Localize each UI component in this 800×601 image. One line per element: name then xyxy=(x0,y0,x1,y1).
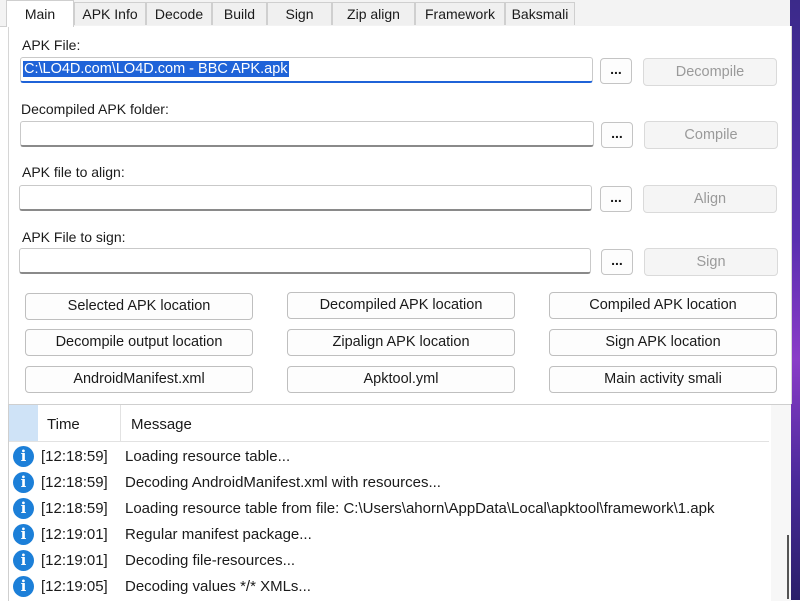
main-activity-smali-button[interactable]: Main activity smali xyxy=(549,366,777,393)
compiled-apk-location-button[interactable]: Compiled APK location xyxy=(549,292,777,319)
info-icon: i xyxy=(13,550,34,571)
android-manifest-button[interactable]: AndroidManifest.xml xyxy=(25,366,253,393)
log-time: [12:18:59] xyxy=(41,500,108,517)
sign-apk-location-button[interactable]: Sign APK location xyxy=(549,329,777,356)
log-row[interactable]: i [12:19:05] Decoding values */* XMLs... xyxy=(9,574,769,600)
log-header: Time Message xyxy=(9,405,769,442)
log-message: Loading resource table from file: C:\Use… xyxy=(125,500,715,517)
align-file-label: APK file to align: xyxy=(22,164,125,180)
tab-build[interactable]: Build xyxy=(212,2,267,25)
sign-file-label: APK File to sign: xyxy=(22,229,126,245)
info-icon: i xyxy=(13,576,34,597)
log-time: [12:19:05] xyxy=(41,578,108,595)
log-header-time[interactable]: Time xyxy=(39,405,121,441)
sign-button[interactable]: Sign xyxy=(644,248,778,276)
log-time: [12:18:59] xyxy=(41,448,108,465)
align-file-input[interactable] xyxy=(19,185,592,211)
apk-file-browse-button[interactable]: ... xyxy=(600,58,632,84)
tab-sign[interactable]: Sign xyxy=(267,2,332,25)
decompiled-folder-label: Decompiled APK folder: xyxy=(21,101,169,117)
tab-zip-align[interactable]: Zip align xyxy=(332,2,415,25)
log-row[interactable]: i [12:18:59] Loading resource table from… xyxy=(9,496,769,522)
log-message: Decoding file-resources... xyxy=(125,552,296,569)
log-scrollbar[interactable] xyxy=(771,405,791,601)
tab-apk-info[interactable]: APK Info xyxy=(74,2,146,25)
apk-file-label: APK File: xyxy=(22,37,81,53)
log-list[interactable]: Time Message i [12:18:59] Loading resour… xyxy=(8,404,791,601)
log-row[interactable]: i [12:19:01] Regular manifest package... xyxy=(9,522,769,548)
main-panel: APK File: C:\LO4D.com\LO4D.com - BBC APK… xyxy=(8,26,792,404)
decompiled-apk-location-button[interactable]: Decompiled APK location xyxy=(287,292,515,319)
tab-strip: Main APK Info Decode Build Sign Zip alig… xyxy=(0,0,790,27)
apk-file-input[interactable]: C:\LO4D.com\LO4D.com - BBC APK.apk xyxy=(20,57,593,83)
sign-file-browse-button[interactable]: ... xyxy=(601,249,633,275)
log-message: Regular manifest package... xyxy=(125,526,312,543)
selected-apk-location-button[interactable]: Selected APK location xyxy=(25,293,253,320)
sign-file-input[interactable] xyxy=(19,248,591,274)
tab-baksmali[interactable]: Baksmali xyxy=(505,2,575,25)
log-header-select-column[interactable] xyxy=(9,405,38,441)
info-icon: i xyxy=(13,446,34,467)
tab-decode[interactable]: Decode xyxy=(146,2,212,25)
decompile-button[interactable]: Decompile xyxy=(643,58,777,86)
apktool-yml-button[interactable]: Apktool.yml xyxy=(287,366,515,393)
log-message: Loading resource table... xyxy=(125,448,291,465)
log-time: [12:19:01] xyxy=(41,526,108,543)
log-message: Decoding AndroidManifest.xml with resour… xyxy=(125,474,441,491)
log-header-message[interactable]: Message xyxy=(129,405,771,441)
decompile-output-location-button[interactable]: Decompile output location xyxy=(25,329,253,356)
align-button[interactable]: Align xyxy=(643,185,777,213)
log-scrollbar-thumb[interactable] xyxy=(787,535,789,599)
decompiled-folder-input[interactable] xyxy=(20,121,594,147)
decompiled-folder-browse-button[interactable]: ... xyxy=(601,122,633,148)
apk-tool-window: Main APK Info Decode Build Sign Zip alig… xyxy=(0,0,792,601)
apk-file-value: C:\LO4D.com\LO4D.com - BBC APK.apk xyxy=(23,61,289,77)
tab-main[interactable]: Main xyxy=(6,0,74,27)
log-time: [12:19:01] xyxy=(41,552,108,569)
info-icon: i xyxy=(13,472,34,493)
log-row[interactable]: i [12:18:59] Loading resource table... xyxy=(9,444,769,470)
info-icon: i xyxy=(13,498,34,519)
zipalign-apk-location-button[interactable]: Zipalign APK location xyxy=(287,329,515,356)
tab-framework[interactable]: Framework xyxy=(415,2,505,25)
log-message: Decoding values */* XMLs... xyxy=(125,578,311,595)
log-time: [12:18:59] xyxy=(41,474,108,491)
info-icon: i xyxy=(13,524,34,545)
compile-button[interactable]: Compile xyxy=(644,121,778,149)
log-row[interactable]: i [12:19:01] Decoding file-resources... xyxy=(9,548,769,574)
log-row[interactable]: i [12:18:59] Decoding AndroidManifest.xm… xyxy=(9,470,769,496)
align-file-browse-button[interactable]: ... xyxy=(600,186,632,212)
